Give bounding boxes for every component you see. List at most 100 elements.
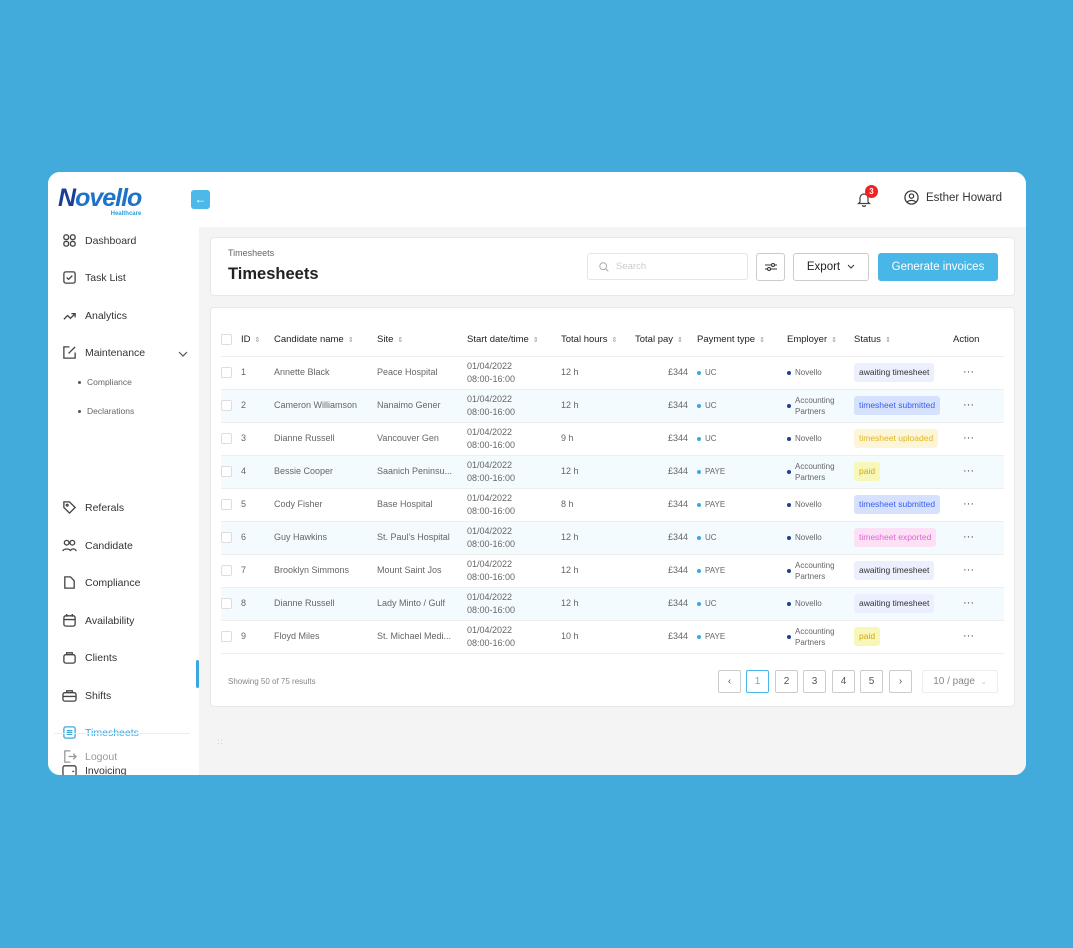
chevron-down-icon bbox=[847, 264, 855, 269]
table-row[interactable]: 5 Cody Fisher Base Hospital 01/04/2022 08… bbox=[221, 488, 1004, 522]
employer-name: Novello bbox=[795, 533, 822, 542]
table-row[interactable]: 8 Dianne Russell Lady Minto / Gulf 01/04… bbox=[221, 587, 1004, 621]
employer-dot bbox=[787, 502, 791, 507]
sidebar-subitem-declarations[interactable]: Declarations bbox=[78, 406, 134, 416]
column-header[interactable]: ID ⇕ bbox=[241, 324, 274, 357]
more-actions-icon[interactable]: ··· bbox=[963, 465, 974, 477]
sort-icon[interactable]: ⇕ bbox=[759, 337, 765, 344]
sidebar-item-shifts[interactable]: Shifts bbox=[62, 688, 111, 703]
row-checkbox[interactable] bbox=[221, 565, 232, 577]
sort-icon[interactable]: ⇕ bbox=[348, 337, 354, 344]
search-input[interactable]: Search bbox=[587, 253, 748, 280]
dashboard-icon bbox=[63, 234, 76, 247]
payment-type: UC bbox=[705, 434, 717, 443]
sidebar-item-candidate[interactable]: Candidate bbox=[62, 538, 133, 553]
more-actions-icon[interactable]: ··· bbox=[963, 564, 974, 576]
sort-icon[interactable]: ⇕ bbox=[533, 337, 539, 344]
select-all-checkbox[interactable] bbox=[221, 334, 232, 346]
sidebar-item-invoicing[interactable]: Invoicing bbox=[62, 763, 126, 775]
sidebar-subitem-compliance[interactable]: Compliance bbox=[78, 377, 132, 387]
row-checkbox[interactable] bbox=[221, 400, 232, 412]
sidebar-item-availability[interactable]: Availability bbox=[62, 613, 134, 628]
sidebar-item-analytics[interactable]: Analytics bbox=[62, 308, 127, 323]
table-row[interactable]: 1 Annette Black Peace Hospital 01/04/202… bbox=[221, 356, 1004, 390]
table-row[interactable]: 7 Brooklyn Simmons Mount Saint Jos 01/04… bbox=[221, 554, 1004, 588]
table-row[interactable]: 2 Cameron Williamson Nanaimo Gener 01/04… bbox=[221, 389, 1004, 423]
row-checkbox[interactable] bbox=[221, 367, 232, 379]
sort-icon[interactable]: ⇕ bbox=[611, 337, 617, 344]
employer-dot bbox=[787, 535, 791, 540]
more-actions-icon[interactable]: ··· bbox=[963, 432, 974, 444]
sidebar-item-clients[interactable]: Clients bbox=[62, 650, 117, 665]
next-page-button[interactable]: › bbox=[889, 670, 912, 693]
column-header[interactable]: Site ⇕ bbox=[377, 324, 467, 357]
table-row[interactable]: 3 Dianne Russell Vancouver Gen 01/04/202… bbox=[221, 422, 1004, 456]
generate-invoices-button[interactable]: Generate invoices bbox=[878, 253, 998, 281]
more-actions-icon[interactable]: ··· bbox=[963, 399, 974, 411]
row-checkbox[interactable] bbox=[221, 466, 232, 478]
page-5-button[interactable]: 5 bbox=[860, 670, 883, 693]
table-row[interactable]: 9 Floyd Miles St. Michael Medi... 01/04/… bbox=[221, 620, 1004, 654]
row-checkbox[interactable] bbox=[221, 631, 232, 643]
table-row[interactable]: 4 Bessie Cooper Saanich Peninsu... 01/04… bbox=[221, 455, 1004, 489]
column-header[interactable]: Total pay ⇕ bbox=[635, 324, 697, 357]
payment-dot bbox=[697, 403, 701, 408]
more-actions-icon[interactable]: ··· bbox=[963, 498, 974, 510]
row-checkbox[interactable] bbox=[221, 433, 232, 445]
more-actions-icon[interactable]: ··· bbox=[963, 366, 974, 378]
cell-action: ··· bbox=[953, 389, 1004, 423]
sidebar-item-compliance[interactable]: Compliance bbox=[62, 575, 140, 590]
row-select bbox=[221, 389, 241, 423]
column-header[interactable]: Payment type ⇕ bbox=[697, 324, 787, 357]
more-actions-icon[interactable]: ··· bbox=[963, 531, 974, 543]
user-menu[interactable]: Esther Howard bbox=[904, 190, 1002, 205]
sidebar-item-referals[interactable]: Referals bbox=[62, 500, 124, 515]
table-row[interactable]: 6 Guy Hawkins St. Paul's Hospital 01/04/… bbox=[221, 521, 1004, 555]
page-2-button[interactable]: 2 bbox=[775, 670, 798, 693]
row-checkbox[interactable] bbox=[221, 499, 232, 511]
sort-icon[interactable]: ⇕ bbox=[831, 337, 837, 344]
more-actions-icon[interactable]: ··· bbox=[963, 597, 974, 609]
logout-button[interactable]: Logout bbox=[62, 749, 117, 764]
column-header[interactable]: Status ⇕ bbox=[854, 324, 953, 357]
column-header[interactable]: Total hours ⇕ bbox=[561, 324, 635, 357]
chevron-down-icon[interactable] bbox=[178, 350, 188, 358]
filter-button[interactable] bbox=[756, 253, 785, 281]
sidebar-item-maintenance[interactable]: Maintenance bbox=[62, 345, 145, 360]
cell-payment-type: UC bbox=[697, 521, 787, 555]
document-icon bbox=[64, 576, 75, 589]
page-3-button[interactable]: 3 bbox=[803, 670, 826, 693]
row-select bbox=[221, 521, 241, 555]
sort-icon[interactable]: ⇕ bbox=[255, 337, 261, 344]
sort-icon[interactable]: ⇕ bbox=[397, 337, 403, 344]
page-4-button[interactable]: 4 bbox=[832, 670, 855, 693]
start-date: 01/04/2022 bbox=[467, 591, 513, 602]
sort-icon[interactable]: ⇕ bbox=[885, 337, 891, 344]
employer-name: Accounting Partners bbox=[795, 560, 835, 581]
export-button[interactable]: Export bbox=[793, 253, 869, 281]
page-size-select[interactable]: 10 / page ⌄ bbox=[922, 670, 998, 693]
page-size-value: 10 / page bbox=[933, 676, 975, 687]
column-header[interactable]: Start date/time ⇕ bbox=[467, 324, 561, 357]
breadcrumb[interactable]: Timesheets bbox=[228, 248, 274, 258]
more-actions-icon[interactable]: ··· bbox=[963, 630, 974, 642]
prev-page-button[interactable]: ‹ bbox=[718, 670, 741, 693]
cell-candidate: Annette Black bbox=[274, 356, 377, 390]
page-1-button[interactable]: 1 bbox=[746, 670, 769, 693]
employer-dot bbox=[787, 634, 791, 639]
cell-payment-type: UC bbox=[697, 422, 787, 456]
sidebar-item-dashboard[interactable]: Dashboard bbox=[62, 233, 136, 248]
trend-icon bbox=[63, 312, 76, 320]
sort-icon[interactable]: ⇕ bbox=[677, 337, 683, 344]
sidebar-item-task-list[interactable]: Task List bbox=[62, 270, 126, 285]
payment-dot bbox=[697, 634, 701, 639]
column-header[interactable]: Employer ⇕ bbox=[787, 324, 854, 357]
cell-start: 01/04/2022 08:00-16:00 bbox=[467, 620, 561, 654]
cell-status: timesheet submitted bbox=[854, 488, 953, 522]
row-checkbox[interactable] bbox=[221, 598, 232, 610]
column-label: Total pay bbox=[635, 334, 674, 346]
row-checkbox[interactable] bbox=[221, 532, 232, 544]
collapse-sidebar-button[interactable]: ← bbox=[191, 190, 210, 209]
column-header[interactable]: Candidate name ⇕ bbox=[274, 324, 377, 357]
drag-handle-icon[interactable]: :: bbox=[217, 738, 223, 746]
